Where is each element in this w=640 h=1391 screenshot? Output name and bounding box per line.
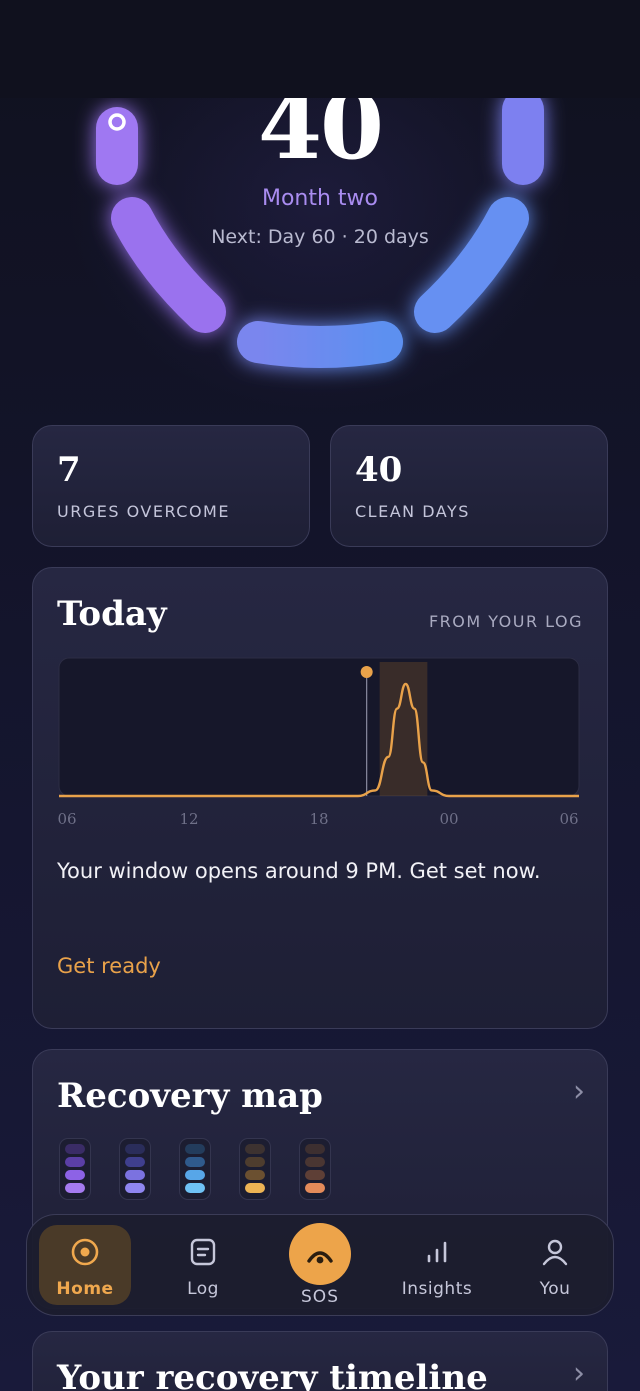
recovery-pill (119, 1138, 151, 1200)
recovery-pill (239, 1138, 271, 1200)
x-tick-label: 12 (179, 810, 198, 826)
nav-label: You (539, 1279, 571, 1299)
stat-card-urges[interactable]: 7 URGES OVERCOME (32, 425, 310, 547)
profile-icon (542, 1239, 568, 1266)
pill-segment (305, 1144, 325, 1154)
recovery-map-title: Recovery map (57, 1076, 323, 1116)
stat-label: CLEAN DAYS (355, 502, 470, 521)
stat-label: URGES OVERCOME (57, 502, 230, 521)
pill-segment (65, 1170, 85, 1180)
pill-segment (185, 1183, 205, 1193)
nav-label: Insights (401, 1279, 473, 1299)
insights-icon (427, 1241, 447, 1263)
recovery-pill (299, 1138, 331, 1200)
pill-segment (65, 1183, 85, 1193)
pill-segment (65, 1144, 85, 1154)
pill-segment (125, 1157, 145, 1167)
timeline-title: Your recovery timeline (57, 1358, 488, 1391)
pill-segment (245, 1170, 265, 1180)
pill-segment (245, 1144, 265, 1154)
nav-home[interactable]: Home (39, 1225, 131, 1305)
nav-label: Log (187, 1279, 219, 1299)
pill-segment (125, 1183, 145, 1193)
nav-you[interactable]: You (509, 1225, 601, 1305)
pill-segment (185, 1170, 205, 1180)
window-message: Your window opens around 9 PM. Get set n… (57, 859, 541, 883)
sos-button[interactable] (289, 1223, 351, 1285)
pill-segment (185, 1144, 205, 1154)
source-label: FROM YOUR LOG (428, 612, 583, 631)
chevron-right-icon[interactable]: › (573, 1074, 585, 1109)
pill-segment (305, 1170, 325, 1180)
recovery-pill (59, 1138, 91, 1200)
home-target-icon (71, 1238, 99, 1266)
next-milestone: Next: Day 60 · 20 days (211, 226, 429, 248)
today-title: Today (57, 594, 167, 634)
stat-value: 7 (57, 450, 81, 490)
x-tick-label: 00 (439, 810, 458, 826)
x-tick-label: 06 (559, 810, 578, 826)
nav-log[interactable]: Log (157, 1225, 249, 1305)
current-time-marker (360, 666, 373, 678)
pill-segment (305, 1157, 325, 1167)
stat-value: 40 (355, 450, 403, 490)
today-card: Today FROM YOUR LOG 06 12 18 00 06 Your wind… (32, 567, 608, 1029)
bottom-nav: Home Log SOS Insights You (26, 1214, 614, 1316)
chart-plot-area (58, 657, 580, 797)
pill-segment (185, 1157, 205, 1167)
urge-window-chart: 06 12 18 00 06 (57, 657, 580, 826)
pill-segment (125, 1170, 145, 1180)
pill-segment (65, 1157, 85, 1167)
get-ready-link[interactable]: Get ready (57, 954, 161, 978)
pill-segment (305, 1183, 325, 1193)
stat-card-clean-days[interactable]: 40 CLEAN DAYS (330, 425, 608, 547)
sos-label: SOS (301, 1287, 339, 1307)
phase-label: Month two (261, 186, 379, 211)
pill-segment (245, 1183, 265, 1193)
x-tick-label: 06 (57, 810, 76, 826)
recovery-timeline-card[interactable]: Your recovery timeline › (32, 1331, 608, 1391)
pill-segment (125, 1144, 145, 1154)
urge-window-highlight (379, 662, 428, 796)
ring-segment-3 (237, 321, 403, 368)
log-icon (190, 1238, 216, 1266)
chevron-right-icon[interactable]: › (573, 1356, 585, 1391)
pill-segment (245, 1157, 265, 1167)
recovery-pill (179, 1138, 211, 1200)
nav-insights[interactable]: Insights (391, 1225, 483, 1305)
top-fade-mask (0, 0, 640, 98)
sos-icon (307, 1251, 333, 1264)
x-tick-label: 18 (309, 810, 328, 826)
nav-label: Home (56, 1279, 114, 1299)
